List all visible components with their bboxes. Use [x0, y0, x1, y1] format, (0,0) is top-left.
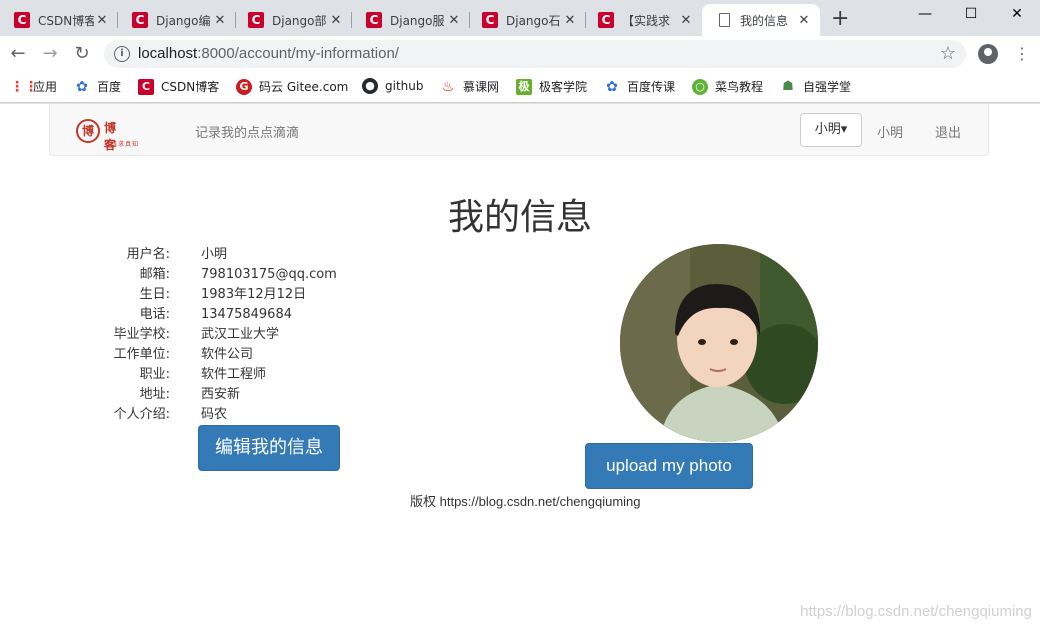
- bookmark-baidu[interactable]: ✿ 百度: [74, 78, 121, 95]
- tab-title: Django服: [390, 13, 445, 28]
- tab-practice[interactable]: C 【实践求 ✕: [584, 4, 702, 36]
- tab-title: 我的信息: [740, 13, 789, 28]
- tab-title: CSDN博客: [38, 13, 94, 28]
- site-tagline: 记录我的点点滴滴: [195, 126, 300, 141]
- csdn-favicon-icon: C: [14, 12, 30, 28]
- upload-photo-button[interactable]: upload my photo: [585, 443, 753, 489]
- info-icon[interactable]: i: [114, 46, 130, 62]
- tab-django-2[interactable]: C Django部 ✕: [234, 4, 352, 36]
- bookmark-jikexueyuan[interactable]: 极极客学院: [516, 78, 587, 95]
- tab-title: 【实践求: [622, 13, 671, 28]
- field-label: 生日:: [139, 287, 170, 302]
- page-favicon-icon: [719, 13, 730, 27]
- csdn-favicon-icon: C: [132, 12, 148, 28]
- tab-csdn[interactable]: C CSDN博客 ✕: [0, 4, 118, 36]
- edit-info-button[interactable]: 编辑我的信息: [198, 425, 340, 471]
- tab-django-4[interactable]: C Django石 ✕: [468, 4, 586, 36]
- page-title: 我的信息: [447, 197, 592, 238]
- field-label: 毕业学校:: [113, 327, 170, 342]
- baidu-paw-icon: ✿: [606, 78, 618, 95]
- close-icon[interactable]: ✕: [328, 13, 344, 28]
- field-label: 邮箱:: [139, 267, 170, 282]
- csdn-icon: C: [138, 78, 154, 95]
- tab-title: Django部: [272, 13, 327, 28]
- bookmarks-bar: ⋮⋮ 应用 ✿ 百度 C CSDN博客 G 码云 Gitee.com ● github ♨…: [0, 72, 1040, 103]
- back-icon[interactable]: ←: [4, 40, 32, 68]
- bookmark-imooc[interactable]: ♨ 慕课网: [440, 78, 499, 95]
- bookmark-chuanke[interactable]: ✿ 百度传课: [604, 78, 675, 95]
- tab-django-1[interactable]: C Django编 ✕: [118, 4, 236, 36]
- tab-title: Django编: [156, 13, 211, 28]
- url-text[interactable]: localhost:8000/account/my-information/: [138, 45, 399, 62]
- avatar: [620, 244, 818, 442]
- field-value: 西安新: [201, 387, 241, 402]
- close-icon[interactable]: ✕: [562, 13, 578, 28]
- logo-seal: 博: [76, 119, 100, 143]
- csdn-favicon-icon: C: [482, 12, 498, 28]
- field-value: 798103175@qq.com: [201, 267, 337, 282]
- gitee-icon: G: [236, 78, 252, 95]
- address-bar[interactable]: i localhost:8000/account/my-information/…: [104, 40, 966, 68]
- more-menu-icon[interactable]: ⋮: [1014, 44, 1030, 64]
- reload-icon[interactable]: ↻: [68, 40, 96, 68]
- field-label: 用户名:: [126, 247, 170, 262]
- field-value: 13475849684: [201, 307, 292, 322]
- minimize-icon[interactable]: —: [902, 0, 948, 30]
- csdn-favicon-icon: C: [248, 12, 264, 28]
- user-dropdown[interactable]: 小明▾: [800, 113, 862, 147]
- bookmark-ziqiang[interactable]: ☗ 自强学堂: [780, 78, 851, 95]
- bookmark-csdn[interactable]: C CSDN博客: [138, 78, 219, 95]
- user-link[interactable]: 小明: [877, 122, 903, 141]
- ziqiang-icon: ☗: [782, 78, 794, 94]
- window-close-icon[interactable]: ✕: [994, 0, 1040, 30]
- logout-link[interactable]: 退出: [935, 122, 961, 141]
- csdn-favicon-icon: C: [366, 12, 382, 28]
- close-icon[interactable]: ✕: [446, 13, 462, 28]
- github-icon: ●: [362, 78, 378, 94]
- bookmark-star-icon[interactable]: ☆: [940, 43, 956, 64]
- browser-chrome: C CSDN博客 ✕ C Django编 ✕ C Django部 ✕ C Dja…: [0, 0, 1040, 104]
- csdn-favicon-icon: C: [598, 12, 614, 28]
- field-value: 1983年12月12日: [201, 287, 307, 302]
- logo-subtitle: 实践求真知: [104, 141, 140, 148]
- tab-django-3[interactable]: C Django服 ✕: [352, 4, 470, 36]
- watermark: https://blog.csdn.net/chengqiuming: [800, 603, 1032, 620]
- new-tab-button[interactable]: +: [831, 6, 849, 31]
- close-icon[interactable]: ✕: [94, 13, 110, 28]
- field-value: 码农: [201, 407, 228, 422]
- field-label: 职业:: [139, 367, 170, 382]
- field-label: 工作单位:: [113, 347, 170, 362]
- field-value: 软件公司: [201, 347, 254, 362]
- profile-icon[interactable]: [978, 44, 998, 64]
- bookmark-github[interactable]: ● github: [362, 78, 423, 94]
- bookmark-gitee[interactable]: G 码云 Gitee.com: [236, 78, 348, 95]
- site-navbar: 博 博客 实践求真知 记录我的点点滴滴 小明▾ 小明 退出: [49, 104, 989, 156]
- bookmark-apps[interactable]: ⋮⋮ 应用: [10, 78, 57, 95]
- bookmark-runoob[interactable]: ○ 菜鸟教程: [692, 78, 763, 95]
- close-icon[interactable]: ✕: [678, 13, 694, 28]
- forward-icon[interactable]: →: [36, 40, 64, 68]
- maximize-icon[interactable]: ☐: [948, 0, 994, 30]
- field-value: 武汉工业大学: [201, 327, 280, 342]
- field-value: 小明: [201, 247, 228, 262]
- close-icon[interactable]: ✕: [796, 13, 812, 28]
- toolbar: ← → ↻ i localhost:8000/account/my-inform…: [0, 36, 1040, 72]
- runoob-icon: ○: [692, 78, 708, 95]
- tab-my-information[interactable]: 我的信息 ✕: [702, 4, 820, 36]
- field-label: 个人介绍:: [113, 407, 170, 422]
- field-label: 电话:: [139, 307, 170, 322]
- tab-strip: C CSDN博客 ✕ C Django编 ✕ C Django部 ✕ C Dja…: [0, 0, 1040, 36]
- field-label: 地址:: [139, 387, 170, 402]
- copyright: 版权 https://blog.csdn.net/chengqiuming: [410, 494, 641, 509]
- tab-title: Django石: [506, 13, 561, 28]
- imooc-flame-icon: ♨: [441, 78, 455, 95]
- close-icon[interactable]: ✕: [212, 13, 228, 28]
- avatar-photo: [620, 244, 818, 442]
- apps-grid-icon: ⋮⋮: [10, 78, 38, 95]
- field-value: 软件工程师: [201, 367, 267, 382]
- baidu-paw-icon: ✿: [76, 78, 88, 95]
- jikexueyuan-icon: 极: [516, 78, 532, 95]
- site-logo[interactable]: 博 博客 实践求真知: [74, 117, 154, 152]
